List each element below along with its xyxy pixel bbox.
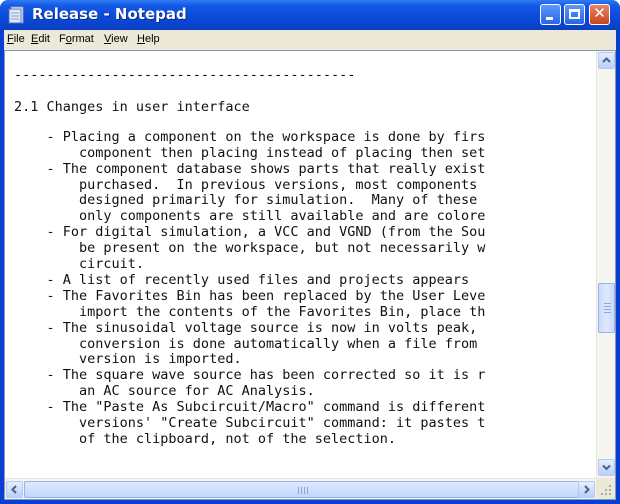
scroll-left-arrow-icon xyxy=(11,485,17,494)
text-line: an AC source for AC Analysis. xyxy=(14,383,315,400)
text-line: 2.1 Changes in user interface xyxy=(14,98,250,115)
text-line: - The Favorites Bin has been replaced by… xyxy=(14,287,486,304)
text-line: - The sinusoidal voltage source is now i… xyxy=(14,319,478,336)
notepad-icon[interactable] xyxy=(8,6,25,24)
text-line: designed primarily for simulation. Many … xyxy=(14,192,478,209)
text-line: be present on the workspace, but not nec… xyxy=(14,240,486,257)
text-line: conversion is done automatically when a … xyxy=(14,335,478,352)
scroll-up-button[interactable] xyxy=(598,52,615,69)
title-bar[interactable]: Release - Notepad ✕ xyxy=(0,0,620,30)
text-line: versions' "Create Subcircuit" command: i… xyxy=(14,415,486,431)
thumb-grip xyxy=(301,487,302,494)
thumb-grip xyxy=(604,303,611,304)
scroll-down-button[interactable] xyxy=(598,459,615,476)
menu-file[interactable]: File xyxy=(7,33,25,45)
text-line: ----------------------------------------… xyxy=(14,67,356,83)
text-line: - The "Paste As Subcircuit/Macro" comman… xyxy=(14,399,486,416)
scroll-right-arrow-icon xyxy=(584,485,590,494)
scroll-down-arrow-icon xyxy=(602,464,611,471)
text-line: component then placing instead of placin… xyxy=(14,144,486,161)
text-line: - Placing a component on the workspace i… xyxy=(14,128,486,145)
thumb-grip xyxy=(298,487,299,494)
text-line: version is imported. xyxy=(14,351,242,368)
vertical-scroll-thumb[interactable] xyxy=(598,283,615,333)
notepad-window: Release - Notepad ✕ File Edit Format Vie… xyxy=(0,0,620,504)
menu-bar: File Edit Format View Help xyxy=(4,30,616,50)
thumb-grip xyxy=(304,487,305,494)
text-line: - A list of recently used files and proj… xyxy=(14,271,470,288)
thumb-grip xyxy=(604,312,611,313)
text-line: - For digital simulation, a VCC and VGND… xyxy=(14,224,486,241)
horizontal-scrollbar[interactable] xyxy=(5,478,596,499)
maximize-button[interactable] xyxy=(564,4,585,25)
thumb-grip xyxy=(604,306,611,307)
close-icon: ✕ xyxy=(593,4,606,22)
scroll-up-arrow-icon xyxy=(602,57,611,63)
thumb-grip xyxy=(307,487,308,494)
text-line: - The component database shows parts tha… xyxy=(14,160,486,177)
text-line: - The square wave source has been correc… xyxy=(14,367,486,384)
menu-help[interactable]: Help xyxy=(137,33,160,45)
minimize-button[interactable] xyxy=(540,4,561,25)
vertical-scrollbar[interactable] xyxy=(596,51,615,478)
resize-grip[interactable] xyxy=(596,478,615,499)
text-area[interactable]: ----------------------------------------… xyxy=(5,51,596,478)
minimize-icon xyxy=(546,17,553,20)
text-editor[interactable]: ----------------------------------------… xyxy=(4,50,616,500)
maximize-icon xyxy=(569,9,580,19)
thumb-grip xyxy=(604,309,611,310)
window-title: Release - Notepad xyxy=(32,5,187,23)
scroll-right-button[interactable] xyxy=(578,481,595,498)
horizontal-scroll-thumb[interactable] xyxy=(24,481,584,498)
text-line: of the clipboard, not of the selection. xyxy=(14,430,397,447)
text-line: circuit. xyxy=(14,256,145,272)
close-button[interactable]: ✕ xyxy=(589,4,610,25)
scroll-left-button[interactable] xyxy=(6,481,23,498)
text-line: only components are still available and … xyxy=(14,208,486,225)
menu-view[interactable]: View xyxy=(104,33,128,45)
menu-edit[interactable]: Edit xyxy=(31,33,50,45)
menu-format[interactable]: Format xyxy=(59,33,94,45)
text-line: import the contents of the Favorites Bin… xyxy=(14,303,486,320)
text-line: purchased. In previous versions, most co… xyxy=(14,176,478,193)
